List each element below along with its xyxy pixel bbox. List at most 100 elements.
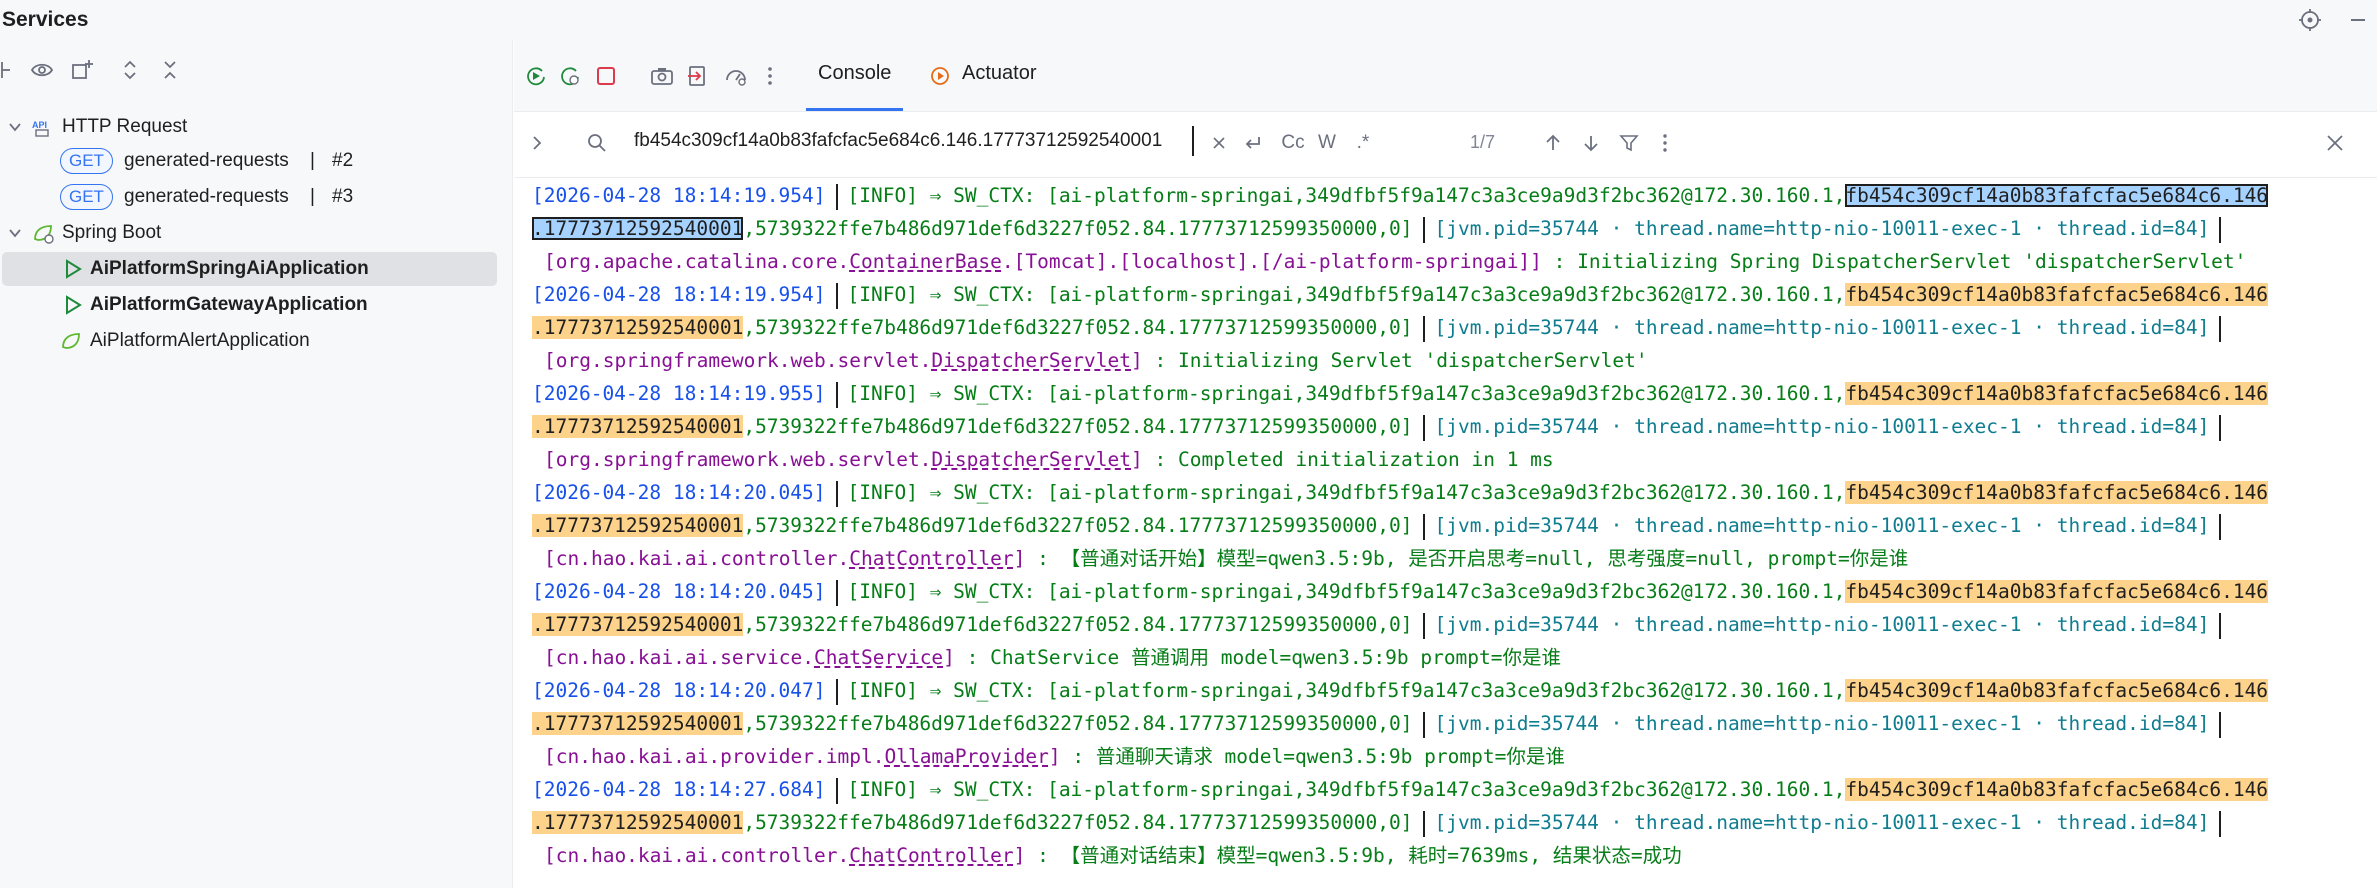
stop-icon[interactable] (592, 62, 620, 90)
search-match: fb454c309cf14a0b83fafcfac5e684c6.146 (1845, 679, 2269, 702)
log-trace-context: [INFO] ⇒ SW_CTX: [ai-platform-springai,3… (847, 481, 1846, 504)
chevron-down-icon[interactable] (6, 118, 24, 136)
whole-words-toggle[interactable]: W (1314, 130, 1340, 156)
run-icon (66, 295, 82, 315)
svg-text:API: API (32, 120, 47, 130)
arrow-up-icon[interactable] (1540, 130, 1566, 156)
search-match: .17773712592540001 (532, 712, 744, 735)
app-label: AiPlatformGatewayApplication (90, 294, 368, 315)
log-logger-class: DispatcherServlet (931, 448, 1132, 471)
log-separator (2219, 414, 2222, 441)
log-trace-context: [INFO] ⇒ SW_CTX: [ai-platform-springai,3… (847, 184, 1846, 207)
log-line: [2026-04-28 18:14:19.954] [INFO] ⇒ SW_CTX… (532, 179, 2269, 212)
tree-node-spring-boot[interactable]: Spring Boot (0, 216, 513, 250)
match-case-toggle[interactable]: Cc (1280, 130, 1306, 156)
search-icon[interactable] (584, 130, 610, 156)
new-group-icon[interactable] (68, 56, 96, 84)
log-message: : Initializing Spring DispatcherServlet … (1541, 250, 2247, 273)
camera-icon[interactable] (648, 62, 676, 90)
http-method-badge: GET (60, 184, 113, 210)
search-match: fb454c309cf14a0b83fafcfac5e684c6.146 (1845, 481, 2269, 504)
tree-label-spring-boot: Spring Boot (62, 222, 162, 243)
log-logger: ] (1131, 349, 1143, 372)
log-timestamp: [2026-04-28 18:14:20.045] (532, 580, 826, 603)
request-separator: | (310, 186, 315, 207)
add-service-icon[interactable] (0, 56, 22, 84)
request-label: generated-requests (124, 186, 289, 207)
tab-actuator[interactable]: Actuator (962, 62, 1036, 92)
log-timestamp: [2026-04-28 18:14:20.047] (532, 679, 826, 702)
more-vertical-icon[interactable] (756, 62, 784, 90)
log-trace-context: ,5739322ffe7b486d971def6d3227f052.84.177… (743, 811, 1413, 834)
log-logger: ] (943, 646, 955, 669)
tree-node-request-2[interactable]: GET generated-requests | #2 (0, 144, 513, 178)
log-separator (2219, 711, 2222, 738)
close-icon[interactable] (2322, 130, 2348, 156)
eye-icon[interactable] (28, 56, 56, 84)
spring-boot-icon (34, 225, 54, 244)
regex-toggle[interactable]: .* (1350, 130, 1376, 156)
log-logger-class: ChatController (849, 844, 1014, 867)
tree-node-app-alert[interactable]: AiPlatformAlertApplication (0, 324, 513, 358)
log-separator (835, 282, 838, 309)
new-line-icon[interactable] (1240, 130, 1266, 156)
log-logger: ] (1048, 745, 1061, 768)
log-message: : Initializing Servlet 'dispatcherServle… (1142, 349, 1648, 372)
request-number: #3 (332, 186, 354, 207)
log-trace-context: ,5739322ffe7b486d971def6d3227f052.84.177… (743, 613, 1413, 636)
log-jvm-info: [jvm.pid=35744 · thread.name=http-nio-10… (1434, 613, 2210, 636)
search-match: .17773712592540001 (532, 811, 744, 834)
minimize-icon[interactable] (2346, 8, 2370, 32)
log-line: [2026-04-28 18:14:20.045] [INFO] ⇒ SW_CTX… (532, 575, 2269, 608)
search-match: .17773712592540001 (532, 316, 744, 339)
search-match: .17773712592540001 (532, 217, 744, 240)
profiler-icon[interactable] (722, 62, 750, 90)
log-logger: [org.springframework.web.servlet. (544, 349, 932, 372)
log-line: [cn.hao.kai.ai.controller.ChatController… (544, 839, 1682, 872)
tree-node-app-gateway[interactable]: AiPlatformGatewayApplication (0, 288, 513, 322)
request-number: #2 (332, 150, 354, 171)
collapse-all-icon[interactable] (156, 56, 184, 84)
services-tree-panel: API HTTP Request GET generated-requests … (0, 40, 513, 888)
console-output[interactable]: [2026-04-28 18:14:19.954] [INFO] ⇒ SW_CTX… (514, 179, 2377, 888)
rerun-icon[interactable] (522, 62, 550, 90)
tree-node-request-3[interactable]: GET generated-requests | #3 (0, 180, 513, 214)
log-line: [2026-04-28 18:14:27.684] [INFO] ⇒ SW_CTX… (532, 773, 2269, 806)
expand-all-icon[interactable] (116, 56, 144, 84)
app-label: AiPlatformAlertApplication (90, 330, 310, 351)
log-message: : 【普通对话开始】模型=qwen3.5:9b, 是否开启思考=null, 思考… (1025, 547, 1909, 570)
actuator-icon (926, 62, 954, 90)
log-line: .17773712592540001,5739322ffe7b486d971de… (532, 707, 2231, 740)
restart-icon[interactable] (556, 62, 584, 90)
log-line: .17773712592540001,5739322ffe7b486d971de… (532, 608, 2231, 641)
log-logger: [org.springframework.web.servlet. (544, 448, 932, 471)
more-vertical-icon[interactable] (1652, 130, 1678, 156)
log-line: .17773712592540001,5739322ffe7b486d971de… (532, 410, 2231, 443)
export-icon[interactable] (684, 62, 712, 90)
clear-icon[interactable] (1206, 130, 1232, 156)
log-trace-context: [INFO] ⇒ SW_CTX: [ai-platform-springai,3… (847, 283, 1846, 306)
log-separator (835, 777, 838, 804)
log-trace-context: [INFO] ⇒ SW_CTX: [ai-platform-springai,3… (847, 778, 1846, 801)
tree-node-http-request[interactable]: API HTTP Request (0, 110, 513, 144)
filter-icon[interactable] (1616, 130, 1642, 156)
panel-title: Services (2, 8, 89, 31)
log-trace-context: ,5739322ffe7b486d971def6d3227f052.84.177… (743, 712, 1413, 735)
log-line: [org.springframework.web.servlet.Dispatc… (544, 443, 1554, 476)
chevron-right-icon[interactable] (524, 130, 550, 156)
log-logger-class: ChatController (849, 547, 1014, 570)
log-separator (835, 183, 838, 210)
arrow-down-icon[interactable] (1578, 130, 1604, 156)
crosshair-icon[interactable] (2298, 8, 2322, 32)
find-input[interactable]: fb454c309cf14a0b83fafcfac5e684c6.146.177… (634, 130, 1162, 152)
log-line: [2026-04-28 18:14:20.045] [INFO] ⇒ SW_CTX… (532, 476, 2269, 509)
log-separator (835, 678, 838, 705)
log-trace-context: [INFO] ⇒ SW_CTX: [ai-platform-springai,3… (847, 679, 1846, 702)
log-jvm-info: [jvm.pid=35744 · thread.name=http-nio-10… (1434, 811, 2210, 834)
tree-node-app-springai[interactable]: AiPlatformSpringAiApplication (2, 252, 497, 286)
chevron-down-icon[interactable] (6, 224, 24, 242)
log-logger: [cn.hao.kai.ai.provider.impl. (544, 745, 885, 768)
tab-console[interactable]: Console (805, 62, 904, 111)
log-separator (1422, 216, 1425, 243)
search-match: fb454c309cf14a0b83fafcfac5e684c6.146 (1845, 283, 2269, 306)
